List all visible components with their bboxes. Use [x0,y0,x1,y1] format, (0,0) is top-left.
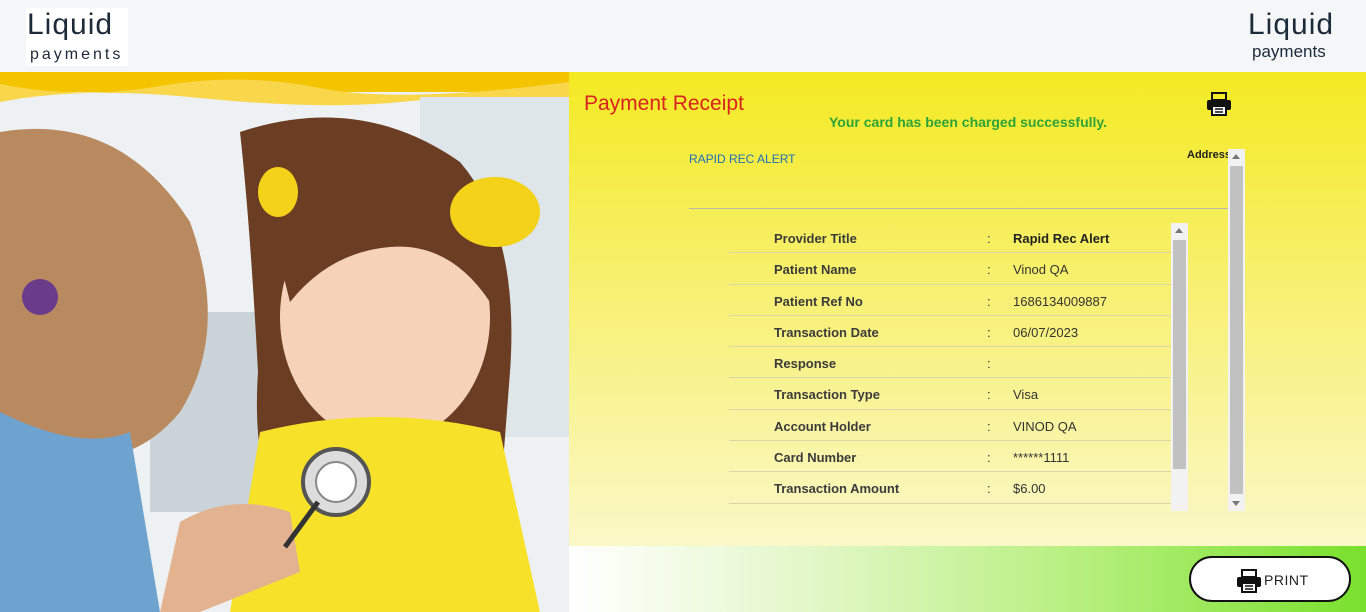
row-separator: : [987,450,991,466]
scrollbar-thumb[interactable] [1230,166,1243,494]
scroll-up-icon[interactable] [1232,154,1240,159]
logo-subtext: payments [30,46,124,63]
table-row: Account Holder : VINOD QA [729,410,1171,442]
row-value: VINOD QA [1013,418,1077,434]
table-row: Card Number : ******1111 [729,441,1171,473]
row-separator: : [987,481,991,497]
row-separator: : [987,387,991,403]
row-label: Patient Name [774,262,857,278]
row-value: ******1111 [1013,450,1070,466]
liquid-payments-logo-left[interactable]: Liquid payments [26,8,128,66]
scroll-up-icon[interactable] [1175,228,1183,233]
provider-name: RAPID REC ALERT [689,152,796,166]
row-label: Transaction Type [774,387,880,403]
table-row: Patient Ref No : 1686134009887 [729,285,1171,316]
row-separator: : [987,324,991,340]
liquid-payments-logo-right[interactable]: Liquid payments [1248,8,1340,64]
logo-word: Liquid [27,8,114,41]
table-row: Patient Name : Vinod QA [729,253,1171,285]
row-value: 06/07/2023 [1013,324,1079,340]
address-label: Address [1187,149,1232,161]
receipt-details-table: Provider Title : Rapid Rec Alert Patient… [729,222,1171,504]
footer-bar: PRINT [569,546,1366,612]
row-value: 1686134009887 [1013,293,1107,309]
row-separator: : [987,418,991,434]
logo-word: Liquid [1248,8,1335,41]
outer-scrollbar[interactable] [1228,149,1245,511]
row-label: Transaction Date [774,324,879,340]
printer-icon [1236,569,1262,593]
row-value: Vinod QA [1013,262,1069,278]
row-label: Response [774,356,837,372]
row-separator: : [987,262,991,278]
logo-subtext: payments [1252,42,1326,61]
table-row: Response : [729,347,1171,379]
scroll-down-icon[interactable] [1232,501,1240,506]
scrollbar-thumb[interactable] [1173,240,1186,469]
print-button-label: PRINT [1264,572,1309,588]
header: Liquid payments Liquid payments [0,0,1366,72]
row-separator: : [987,231,991,246]
table-row: Transaction Type : Visa [729,378,1171,410]
row-value: Rapid Rec Alert [1013,231,1110,246]
hero-photo [0,72,569,612]
row-label: Account Holder [774,418,871,434]
print-button[interactable]: PRINT [1189,556,1351,602]
row-label: Transaction Amount [774,481,900,497]
divider [689,208,1229,209]
row-label: Patient Ref No [774,293,863,309]
row-separator: : [987,293,991,309]
row-separator: : [987,356,991,372]
table-row: Transaction Date : 06/07/2023 [729,316,1171,348]
row-label: Provider Title [774,231,857,246]
row-value: Visa [1013,387,1039,403]
printer-icon[interactable] [1206,92,1232,116]
table-row: Provider Title : Rapid Rec Alert [729,222,1171,254]
row-label: Card Number [774,450,857,466]
success-message: Your card has been charged successfully. [829,114,1108,130]
table-row: Transaction Amount : $6.00 [729,472,1171,504]
details-scrollbar[interactable] [1171,223,1188,511]
row-value: $6.00 [1013,481,1046,497]
page-title: Payment Receipt [584,92,744,115]
payment-receipt-panel: Payment Receipt Your card has been charg… [569,72,1366,546]
